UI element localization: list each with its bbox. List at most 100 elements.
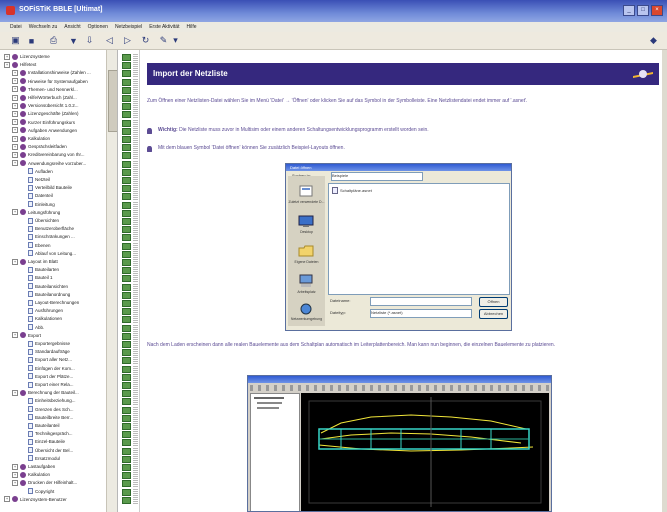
minimize-button[interactable]: _ (623, 5, 635, 16)
expand-toggle-icon[interactable]: + (4, 496, 10, 503)
arrow-left-icon[interactable]: ◁ (104, 35, 115, 46)
tree-item[interactable]: + Kreditvereinbarung von Ihr... (12, 151, 85, 158)
tree-item[interactable]: + Anwendungsreihe vorzuber... (12, 160, 86, 167)
tree-item[interactable]: Kalkulationen (20, 315, 62, 322)
expand-toggle-icon[interactable]: + (12, 160, 18, 167)
tree-item[interactable]: + Installationshinweise (Zahlen ... (12, 69, 91, 76)
tree-item[interactable]: + Themen- und Nennerkl... (12, 86, 78, 93)
tree-item[interactable]: Verteilbild Bauteile (20, 184, 72, 191)
tree-item[interactable]: Bauteilarten (20, 266, 59, 273)
filter-icon[interactable]: ▼ (68, 35, 79, 46)
expand-toggle-icon[interactable]: + (12, 69, 18, 76)
menu-erste-aktivitaet[interactable]: Erste Aktivität (149, 24, 179, 30)
file-entry[interactable]: Schaltpläne.asnet (332, 187, 372, 194)
tree-item[interactable]: Copyright (20, 488, 54, 495)
tree-item[interactable]: + Kalkulation (12, 135, 50, 142)
tree-item[interactable]: + Aufgaben Anwendungen (12, 127, 77, 134)
expand-toggle-icon[interactable]: + (12, 471, 18, 478)
tree-item[interactable]: + Berechnung der Bauteil... (12, 389, 79, 396)
refresh-icon[interactable]: ↻ (140, 35, 151, 46)
tree-item[interactable]: + Drucken der Hilfeinhalt... (12, 479, 77, 486)
tree-item[interactable]: Ersatzmodul (20, 455, 60, 462)
expand-toggle-icon[interactable]: + (12, 127, 18, 134)
tree-item[interactable]: Einfügen der Kom... (20, 365, 75, 372)
menu-ansicht[interactable]: Ansicht (64, 24, 80, 30)
dropdown-icon[interactable]: ▾ (170, 35, 181, 46)
expand-toggle-icon[interactable]: + (12, 110, 18, 117)
menu-datei[interactable]: Datei (10, 24, 22, 30)
expand-toggle-icon[interactable]: + (12, 258, 18, 265)
tree-item[interactable]: Einleitung (20, 201, 55, 208)
tree-item[interactable]: + Hilfe/Wörterbuch (Zahl... (12, 94, 77, 101)
tree-item[interactable]: + Lizenzgeschäfte (Zahlen) (12, 110, 79, 117)
back-icon[interactable]: ▣ (10, 35, 21, 46)
tree-item[interactable]: Einschränkungen ... (20, 233, 75, 240)
tree-item[interactable]: + Layout im Blatt (12, 258, 58, 265)
down-icon[interactable]: ⇩ (84, 35, 95, 46)
tree-item[interactable]: Exportergebnisse (20, 340, 70, 347)
expand-toggle-icon[interactable]: + (12, 94, 18, 101)
open-button[interactable]: Öffnen (479, 297, 508, 307)
tree-item[interactable]: Bauteilbreite Berr... (20, 414, 73, 421)
expand-toggle-icon[interactable]: + (12, 332, 18, 339)
save-icon[interactable]: ■ (26, 35, 37, 46)
tree-item[interactable]: Übersichten (20, 217, 59, 224)
print-icon[interactable]: ⎙ (48, 35, 59, 46)
tree-item[interactable]: + Gesprächsleitfaden (12, 143, 67, 150)
expand-toggle-icon[interactable]: + (12, 135, 18, 142)
expand-toggle-icon[interactable]: + (12, 119, 18, 126)
my-computer-icon[interactable] (298, 274, 314, 288)
tree-item[interactable]: Layout-Berechnungen (20, 299, 79, 306)
tree-item[interactable]: + Lastaufgaben (12, 463, 55, 470)
arrow-right-icon[interactable]: ▷ (122, 35, 133, 46)
expand-toggle-icon[interactable]: + (12, 479, 18, 486)
tree-item[interactable]: + Versionsübersicht 1.0.2... (12, 102, 79, 109)
expand-toggle-icon[interactable]: + (12, 463, 18, 470)
filename-field[interactable] (370, 297, 472, 306)
menu-hilfe[interactable]: Hilfe (186, 24, 196, 30)
tree-item[interactable]: Ausführungen (20, 307, 63, 314)
tree-item[interactable]: + Leitungsführung (12, 209, 60, 216)
tree-item[interactable]: Datenteil (20, 192, 53, 199)
tree-item[interactable]: Einheitsbeziehung... (20, 397, 76, 404)
tree-item[interactable]: + Lizenzsystem-Benutzer (4, 496, 67, 503)
tree-item[interactable]: Ablauf von Leitung... (20, 250, 76, 257)
tree-item[interactable]: Bauteilanteil (20, 422, 60, 429)
pcb-canvas[interactable] (301, 393, 549, 511)
expand-toggle-icon[interactable]: + (4, 61, 10, 68)
tree-item[interactable]: Export aller Netz... (20, 356, 72, 363)
tree-item[interactable]: + Kalkulation (12, 471, 50, 478)
tree-item[interactable]: + Export (12, 332, 41, 339)
tree-scrollbar-thumb[interactable] (108, 70, 117, 132)
tree-item[interactable]: Bauteilansichten (20, 283, 68, 290)
pin-icon[interactable]: ◆ (648, 35, 659, 46)
desktop-icon[interactable] (298, 214, 314, 228)
close-button[interactable]: × (651, 5, 663, 16)
tree-item[interactable]: Grenzen des Sch... (20, 406, 74, 413)
cancel-button[interactable]: Abbrechen (479, 309, 508, 319)
expand-toggle-icon[interactable]: + (12, 143, 18, 150)
network-icon[interactable] (298, 302, 314, 316)
expand-toggle-icon[interactable]: + (12, 389, 18, 396)
filetype-select[interactable]: Netzliste (*.asnet) (370, 309, 472, 318)
menu-netzbeispiel[interactable]: Netzbeispiel (115, 24, 142, 30)
tree-item[interactable]: Aufladen (20, 168, 53, 175)
pencil-icon[interactable]: ✎ (158, 35, 169, 46)
tree-item[interactable]: + Kurzer Einführungskurs (12, 119, 75, 126)
menu-optionen[interactable]: Optionen (88, 24, 108, 30)
tree-item[interactable]: Netzteil (20, 176, 50, 183)
expand-toggle-icon[interactable]: + (12, 102, 18, 109)
tree-item[interactable]: + Lizenzsysteme (4, 53, 50, 60)
tree-scrollbar[interactable] (106, 50, 117, 512)
tree-item[interactable]: Technikgespräch... (20, 430, 73, 437)
lookin-select[interactable]: Beispiele (331, 172, 423, 181)
expand-toggle-icon[interactable]: + (12, 209, 18, 216)
tree-item[interactable]: Export einer Rela... (20, 381, 74, 388)
tree-item[interactable]: Einzel-Bauteile (20, 438, 65, 445)
expand-toggle-icon[interactable]: + (12, 151, 18, 158)
expand-toggle-icon[interactable]: + (4, 53, 10, 60)
my-documents-icon[interactable] (298, 244, 314, 258)
tree-item[interactable]: Benutzeroberfläche (20, 225, 74, 232)
menu-wechseln[interactable]: Wechseln zu (29, 24, 58, 30)
tree-item[interactable]: Export der Plätze... (20, 373, 73, 380)
